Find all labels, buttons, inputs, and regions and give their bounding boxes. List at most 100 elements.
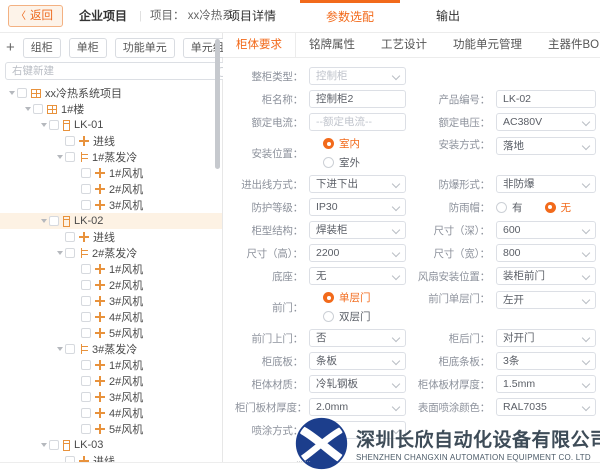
tree-checkbox[interactable] <box>81 392 91 402</box>
tree-item-4风机[interactable]: 4#风机 <box>0 405 222 421</box>
input-产品编号[interactable]: LK-02 <box>496 90 596 108</box>
radio-有[interactable]: 有 <box>496 200 523 215</box>
select-进出线方式[interactable]: 下进下出 <box>309 175 406 193</box>
tree-item-2风机[interactable]: 2#风机 <box>0 373 222 389</box>
function-unit-button[interactable]: 功能单元 <box>115 38 175 58</box>
radio-selected-icon[interactable] <box>323 292 334 303</box>
radio-室外[interactable]: 室外 <box>323 155 406 170</box>
tree-checkbox[interactable] <box>65 232 75 242</box>
tree-item-2风机[interactable]: 2#风机 <box>0 277 222 293</box>
tab-project-detail[interactable]: 项目详情 <box>222 0 282 32</box>
radio-selected-icon[interactable] <box>545 202 556 213</box>
tab-output[interactable]: 输出 <box>430 0 466 32</box>
tree-item-1楼[interactable]: 1#楼 <box>0 101 222 117</box>
tree-item-3风机[interactable]: 3#风机 <box>0 197 222 213</box>
tree-item-2蒸发冷[interactable]: 2#蒸发冷 <box>0 245 222 261</box>
tree-item-进线[interactable]: 进线 <box>0 133 222 149</box>
caret-down-icon[interactable] <box>38 123 49 127</box>
select-前门单层门[interactable]: 左开 <box>496 291 596 309</box>
tree-item-进线[interactable]: 进线 <box>0 229 222 245</box>
tree-checkbox[interactable] <box>81 328 91 338</box>
select-底座[interactable]: 无 <box>309 267 406 285</box>
radio-室内[interactable]: 室内 <box>323 136 406 151</box>
tree-checkbox[interactable] <box>65 456 75 462</box>
caret-down-icon[interactable] <box>54 155 65 159</box>
config-tab-3[interactable]: 功能单元管理 <box>440 33 535 57</box>
tree-checkbox[interactable] <box>65 152 75 162</box>
tree-item-LK-01[interactable]: LK-01 <box>0 117 222 133</box>
select-柜体板材厚度[interactable]: 1.5mm <box>496 375 596 393</box>
input-柜名称[interactable]: 控制柜2 <box>309 90 406 108</box>
select-柜底板[interactable]: 条板 <box>309 352 406 370</box>
select-柜底条板[interactable]: 3条 <box>496 352 596 370</box>
tab-parameter-config[interactable]: 参数选配 <box>300 0 400 32</box>
select-尺寸（宽）[interactable]: 800 <box>496 244 596 262</box>
tree-checkbox[interactable] <box>81 200 91 210</box>
radio-unselected-icon[interactable] <box>496 202 507 213</box>
caret-down-icon[interactable] <box>54 251 65 255</box>
select-喷涂方式[interactable]: 塑粉 <box>309 421 406 439</box>
tree-checkbox[interactable] <box>65 248 75 258</box>
tree-checkbox[interactable] <box>81 360 91 370</box>
tree-item-LK-03[interactable]: LK-03 <box>0 437 222 453</box>
caret-down-icon[interactable] <box>22 107 33 111</box>
tree-item-1风机[interactable]: 1#风机 <box>0 165 222 181</box>
select-柜体材质[interactable]: 冷轧钢板 <box>309 375 406 393</box>
tree-item-3风机[interactable]: 3#风机 <box>0 293 222 309</box>
radio-无[interactable]: 无 <box>545 200 572 215</box>
tree-item-进线[interactable]: 进线 <box>0 453 222 462</box>
tree-item-1风机[interactable]: 1#风机 <box>0 261 222 277</box>
tree-checkbox[interactable] <box>81 424 91 434</box>
radio-双层门[interactable]: 双层门 <box>323 309 406 324</box>
tree-item-4风机[interactable]: 4#风机 <box>0 309 222 325</box>
select-尺寸（深）[interactable]: 600 <box>496 221 596 239</box>
add-icon[interactable]: + <box>6 38 15 58</box>
caret-down-icon[interactable] <box>54 347 65 351</box>
tree-checkbox[interactable] <box>65 136 75 146</box>
select-防爆形式[interactable]: 非防爆 <box>496 175 596 193</box>
tree-checkbox[interactable] <box>49 440 59 450</box>
tree-checkbox[interactable] <box>49 120 59 130</box>
tree-checkbox[interactable] <box>81 280 91 290</box>
input-额定电流[interactable]: --额定电流-- <box>309 113 406 131</box>
caret-down-icon[interactable] <box>38 219 49 223</box>
tree-checkbox[interactable] <box>81 312 91 322</box>
select-柜后门[interactable]: 对开门 <box>496 329 596 347</box>
tree-item-3蒸发冷[interactable]: 3#蒸发冷 <box>0 341 222 357</box>
tree-checkbox[interactable] <box>33 104 43 114</box>
select-整柜类型[interactable]: 控制柜 <box>309 67 406 85</box>
tree-scrollbar[interactable] <box>215 39 220 169</box>
tree-checkbox[interactable] <box>81 184 91 194</box>
tree-checkbox[interactable] <box>81 296 91 306</box>
tree-item-1风机[interactable]: 1#风机 <box>0 357 222 373</box>
radio-unselected-icon[interactable] <box>323 157 334 168</box>
group-cabinet-button[interactable]: 组柜 <box>23 38 61 58</box>
tree-item-1蒸发冷[interactable]: 1#蒸发冷 <box>0 149 222 165</box>
config-tab-2[interactable]: 工艺设计 <box>368 33 440 57</box>
select-柜门板材厚度[interactable]: 2.0mm <box>309 398 406 416</box>
radio-unselected-icon[interactable] <box>323 311 334 322</box>
caret-down-icon[interactable] <box>6 91 17 95</box>
tree-checkbox[interactable] <box>65 344 75 354</box>
caret-down-icon[interactable] <box>38 443 49 447</box>
select-前门上门[interactable]: 否 <box>309 329 406 347</box>
select-风扇安装位置[interactable]: 装柜前门 <box>496 267 596 285</box>
config-tab-4[interactable]: 主器件BOM <box>535 33 600 57</box>
config-tab-0[interactable]: 柜体要求 <box>223 33 296 57</box>
tree-item-LK-02[interactable]: LK-02 <box>0 213 222 229</box>
select-额定电压[interactable]: AC380V <box>496 113 596 131</box>
select-安装方式[interactable]: 落地 <box>496 137 596 155</box>
select-柜型结构[interactable]: 焊装柜 <box>309 221 406 239</box>
tree-checkbox[interactable] <box>17 88 27 98</box>
tree-item-5风机[interactable]: 5#风机 <box>0 325 222 341</box>
config-tab-1[interactable]: 铭牌属性 <box>296 33 368 57</box>
select-表面喷涂颜色[interactable]: RAL7035 <box>496 398 596 416</box>
tree-item-5风机[interactable]: 5#风机 <box>0 421 222 437</box>
tree-item-xx冷热系统项目[interactable]: xx冷热系统项目 <box>0 85 222 101</box>
tree-item-2风机[interactable]: 2#风机 <box>0 181 222 197</box>
select-尺寸（高）[interactable]: 2200 <box>309 244 406 262</box>
tree-item-3风机[interactable]: 3#风机 <box>0 389 222 405</box>
tree-checkbox[interactable] <box>81 168 91 178</box>
tree-checkbox[interactable] <box>81 376 91 386</box>
single-cabinet-button[interactable]: 单柜 <box>69 38 107 58</box>
